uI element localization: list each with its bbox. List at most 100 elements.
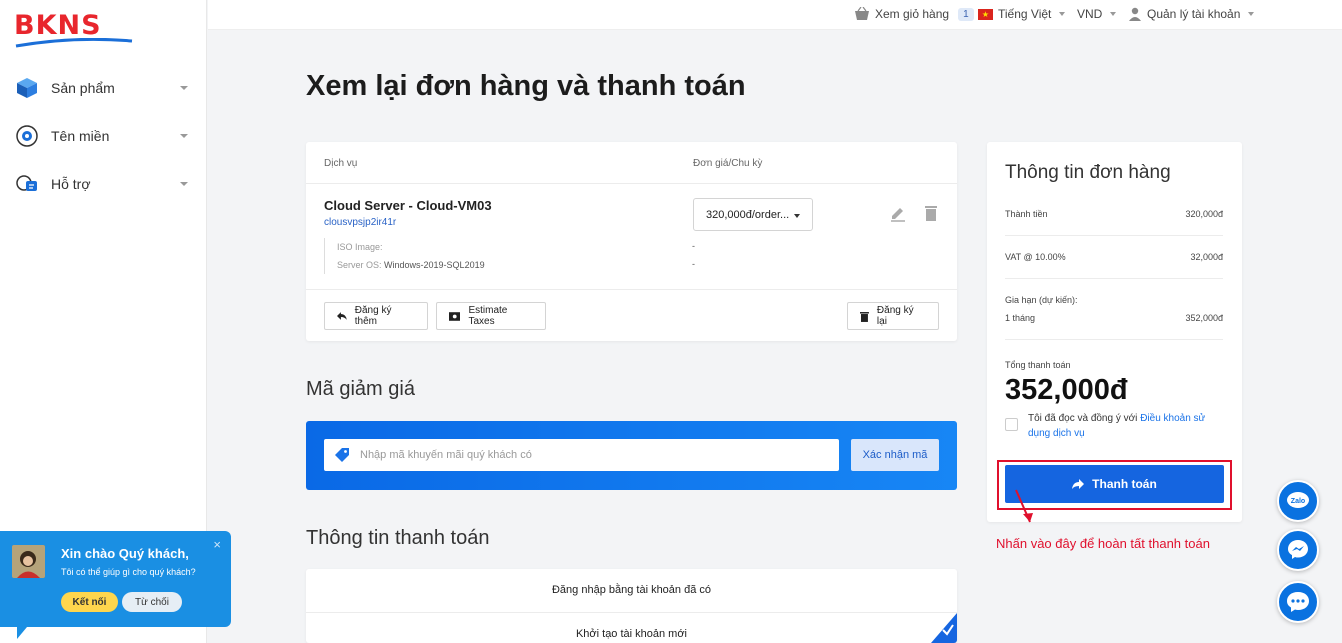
- box-icon: [14, 75, 40, 101]
- chevron-down-icon: [180, 182, 188, 186]
- trash-icon: [860, 311, 869, 322]
- annotation-note: Nhấn vào đây để hoàn tất thanh toán: [996, 536, 1210, 551]
- tag-icon: [335, 448, 349, 462]
- vietnam-flag-icon: ★: [978, 8, 993, 20]
- sidebar-item-products[interactable]: Sản phẩm: [14, 74, 194, 102]
- terms-agreement: Tôi đã đọc và đồng ý với Điều khoản sử d…: [1005, 411, 1225, 441]
- forward-arrow-icon: [1072, 478, 1085, 489]
- zalo-icon: Zalo: [1287, 492, 1309, 508]
- divider: [306, 183, 957, 184]
- account-menu[interactable]: Quản lý tài khoản: [1128, 6, 1255, 22]
- terms-checkbox[interactable]: [1005, 418, 1018, 431]
- chat-subtitle: Tôi có thể giúp gì cho quý khách?: [61, 567, 196, 577]
- chevron-down-icon: [1059, 12, 1066, 16]
- terms-text: Tôi đã đọc và đồng ý với Điều khoản sử d…: [1028, 411, 1225, 441]
- zalo-button[interactable]: Zalo: [1277, 480, 1319, 522]
- sidebar-item-label: Tên miền: [51, 128, 110, 144]
- spec-iso: ISO Image:: [337, 238, 485, 256]
- billing-cycle-select[interactable]: 320,000đ/order...: [693, 198, 813, 231]
- divider: [1005, 278, 1223, 279]
- globe-icon: [14, 123, 40, 149]
- vat-value: 32,000đ: [1190, 252, 1223, 262]
- cart-label: Xem giỏ hàng: [875, 7, 950, 21]
- chat-connect-button[interactable]: Kết nối: [61, 592, 118, 612]
- login-existing-option[interactable]: Đăng nhập bằng tài khoản đã có: [306, 584, 957, 596]
- validate-promo-button[interactable]: Xác nhận mã: [851, 439, 939, 471]
- user-icon: [1129, 7, 1141, 21]
- zalo-label: Zalo: [1291, 498, 1305, 505]
- divider: [306, 612, 957, 613]
- chat-title: Xin chào Quý khách,: [61, 546, 189, 561]
- cart-count-badge: 1: [958, 7, 974, 21]
- renewal-row: 1 tháng 352,000đ: [1005, 313, 1223, 323]
- product-name: Cloud Server - Cloud-VM03: [324, 198, 492, 213]
- billing-cycle-value: 320,000đ/order...: [706, 208, 790, 221]
- trash-icon[interactable]: [922, 204, 940, 222]
- estimate-taxes-button[interactable]: Estimate Taxes: [436, 302, 546, 330]
- promo-code-input[interactable]: Nhập mã khuyến mãi quý khách có: [324, 439, 839, 471]
- chat-decline-button[interactable]: Từ chối: [122, 592, 182, 612]
- vat-label: VAT @ 10.00%: [1005, 252, 1066, 262]
- summary-title: Thông tin đơn hàng: [1005, 162, 1171, 183]
- chevron-down-icon: [180, 134, 188, 138]
- chevron-down-icon: [794, 214, 800, 218]
- spec-price: -: [692, 241, 695, 251]
- account-options-card: Đăng nhập bằng tài khoản đã có Khởi tạo …: [306, 569, 957, 643]
- sidebar-item-label: Hỗ trợ: [51, 176, 91, 192]
- cart-link[interactable]: Xem giỏ hàng 1: [854, 6, 974, 22]
- page-title: Xem lại đơn hàng và thanh toán: [306, 70, 746, 102]
- column-header-price: Đơn giá/Chu kỳ: [693, 158, 763, 169]
- promo-heading: Mã giảm giá: [306, 378, 415, 400]
- chat-bubble-icon: [1287, 592, 1309, 612]
- empty-cart-button[interactable]: Đăng ký lại: [847, 302, 939, 330]
- selected-check-icon: [931, 613, 957, 643]
- subtotal-label: Thành tiền: [1005, 209, 1048, 219]
- brand-logo[interactable]: BKNS: [14, 12, 134, 48]
- total-label: Tổng thanh toán: [1005, 360, 1071, 370]
- subtotal-value: 320,000đ: [1185, 209, 1223, 219]
- renewal-value: 352,000đ: [1185, 313, 1223, 323]
- spec-label: Server OS:: [337, 260, 382, 270]
- spec-value: Windows-2019-SQL2019: [384, 260, 485, 270]
- edit-icon[interactable]: [889, 204, 907, 222]
- add-more-button[interactable]: Đăng ký thêm: [324, 302, 428, 330]
- logo-swoosh-icon: [15, 38, 133, 48]
- close-icon[interactable]: ×: [213, 537, 221, 552]
- divider: [1005, 235, 1223, 236]
- logo-text: BKNS: [14, 10, 102, 41]
- total-value: 352,000đ: [1005, 374, 1128, 406]
- renewal-label-row: Gia hạn (dự kiến):: [1005, 295, 1223, 305]
- annotation-arrow-icon: [1015, 489, 1033, 523]
- spec-price: -: [692, 259, 695, 269]
- language-label: Tiếng Việt: [998, 7, 1052, 21]
- column-header-service: Dịch vụ: [324, 158, 358, 169]
- payment-info-heading: Thông tin thanh toán: [306, 527, 490, 549]
- add-more-label: Đăng ký thêm: [354, 305, 392, 327]
- spec-label: ISO Image:: [337, 242, 383, 252]
- renewal-label: Gia hạn (dự kiến):: [1005, 295, 1078, 305]
- sidebar-item-support[interactable]: Hỗ trợ: [14, 170, 194, 198]
- subtotal-row: Thành tiền 320,000đ: [1005, 209, 1223, 219]
- currency-selector[interactable]: VND: [1077, 6, 1117, 22]
- checkout-label: Thanh toán: [1092, 477, 1157, 491]
- language-selector[interactable]: ★ Tiếng Việt: [978, 6, 1066, 22]
- messenger-icon: [1288, 540, 1308, 559]
- sidebar-item-label: Sản phẩm: [51, 80, 115, 96]
- vat-row: VAT @ 10.00% 32,000đ: [1005, 252, 1223, 262]
- chevron-down-icon: [1110, 12, 1117, 16]
- sidebar-item-domains[interactable]: Tên miền: [14, 122, 194, 150]
- messenger-button[interactable]: [1277, 529, 1319, 571]
- top-bar: Xem giỏ hàng 1 ★ Tiếng Việt VND Quản lý …: [208, 0, 1342, 30]
- create-account-option[interactable]: Khởi tạo tài khoản mới: [306, 628, 957, 640]
- money-icon: [449, 311, 461, 321]
- live-chat-button[interactable]: [1277, 581, 1319, 623]
- estimate-taxes-label: Estimate Taxes: [468, 305, 508, 327]
- chevron-down-icon: [180, 86, 188, 90]
- agent-avatar: [12, 545, 45, 578]
- divider: [1005, 339, 1223, 340]
- support-chat-icon: [14, 171, 40, 197]
- promo-placeholder: Nhập mã khuyến mãi quý khách có: [360, 449, 532, 461]
- product-specs: ISO Image: Server OS: Windows-2019-SQL20…: [324, 238, 485, 274]
- order-items-card: Dịch vụ Đơn giá/Chu kỳ Cloud Server - Cl…: [306, 142, 957, 341]
- renewal-period: 1 tháng: [1005, 313, 1036, 323]
